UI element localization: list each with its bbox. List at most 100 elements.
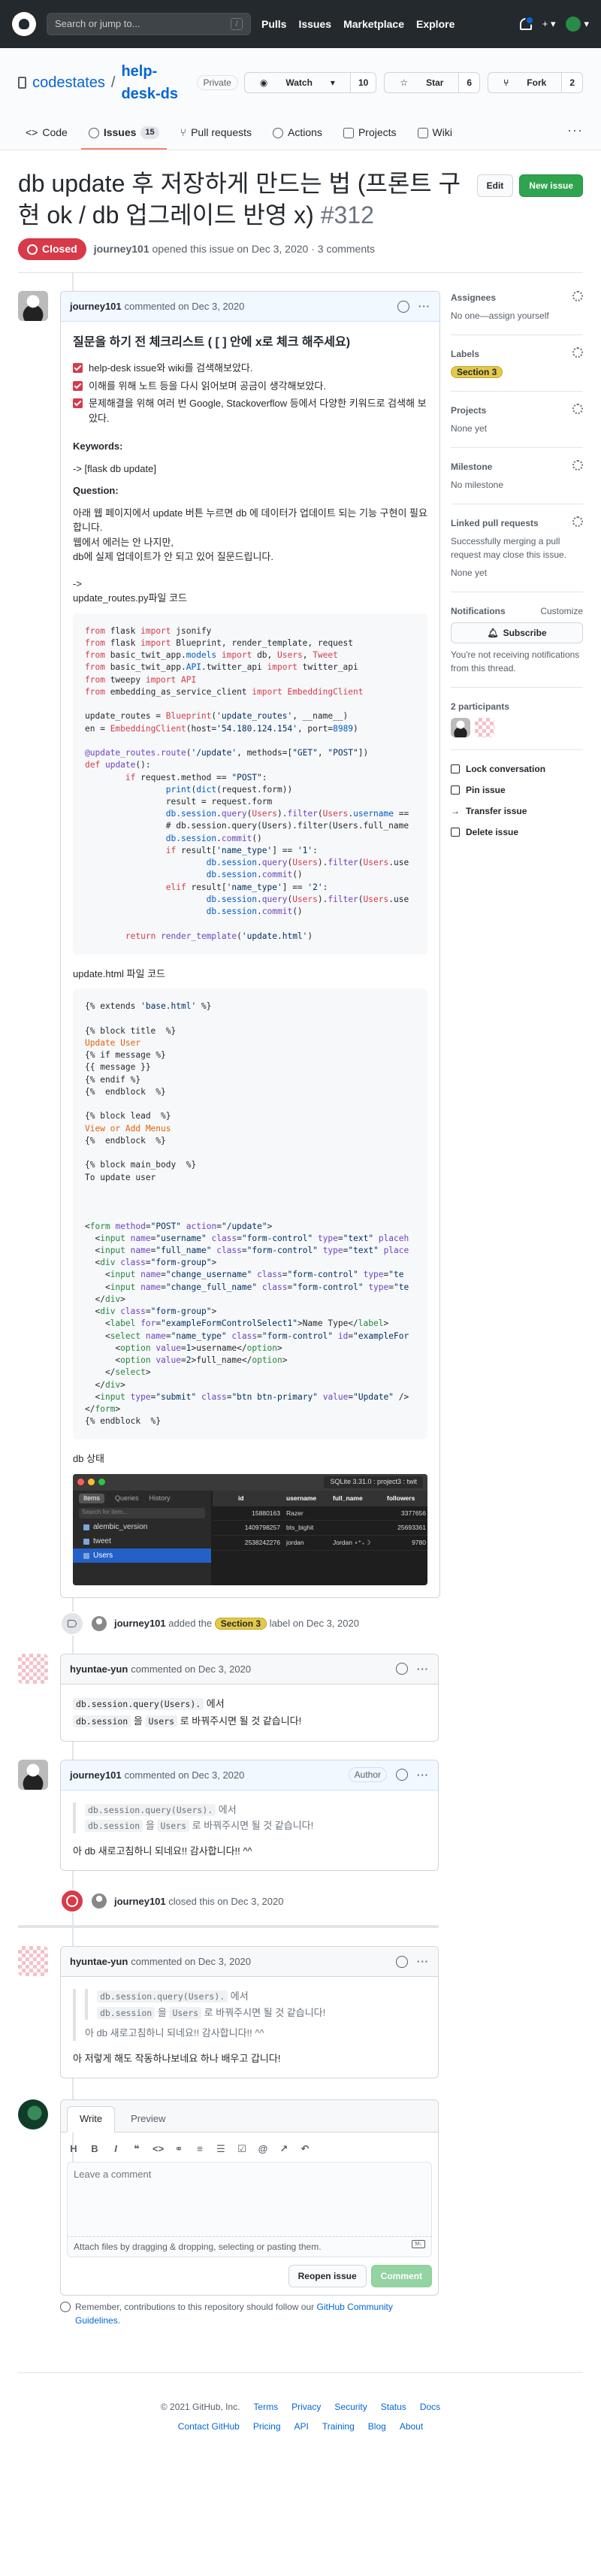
tab-wiki[interactable]: Wiki xyxy=(410,119,460,150)
avatar[interactable] xyxy=(18,1946,48,1977)
gear-icon[interactable] xyxy=(572,404,583,415)
star-button[interactable]: ☆ Star 6 xyxy=(384,72,481,93)
footer-link[interactable]: Docs xyxy=(420,2400,440,2414)
avatar[interactable] xyxy=(18,2099,48,2130)
avatar[interactable] xyxy=(18,1653,48,1684)
delete-issue-button[interactable]: Delete issue xyxy=(451,825,583,839)
customize-link[interactable]: Customize xyxy=(540,604,583,618)
notification-bell-icon[interactable] xyxy=(519,16,534,30)
user-menu[interactable]: ▾ xyxy=(566,17,589,32)
create-new-button[interactable]: + ▾ xyxy=(542,17,556,32)
issue-author-link[interactable]: journey101 xyxy=(94,243,149,255)
fork-button[interactable]: ⑂ Fork 2 xyxy=(488,72,583,93)
avatar[interactable] xyxy=(92,1893,107,1909)
avatar[interactable] xyxy=(18,291,48,322)
subscribe-button[interactable]: 🔔︎ Subscribe xyxy=(451,622,583,644)
add-reaction-icon[interactable] xyxy=(396,1663,408,1675)
numbered-list-icon[interactable]: ☰ xyxy=(216,2142,226,2157)
reopen-issue-button[interactable]: Reopen issue xyxy=(288,2265,367,2288)
comment-timestamp[interactable]: commented on Dec 3, 2020 xyxy=(131,1954,251,1969)
comment-author[interactable]: journey101 xyxy=(70,1768,122,1783)
search-input[interactable]: Search or jump to... / xyxy=(47,13,251,35)
tab-actions[interactable]: Actions xyxy=(265,119,330,150)
mention-icon[interactable]: @ xyxy=(258,2142,268,2157)
tab-code[interactable]: <> Code xyxy=(18,119,75,150)
nav-marketplace[interactable]: Marketplace xyxy=(343,17,404,32)
gear-icon[interactable] xyxy=(572,291,583,302)
new-issue-button[interactable]: New issue xyxy=(519,174,583,197)
quote-icon[interactable]: ❝ xyxy=(131,2142,142,2157)
gear-icon[interactable] xyxy=(572,516,583,528)
nav-issues[interactable]: Issues xyxy=(298,17,331,32)
event-actor[interactable]: journey101 xyxy=(114,1896,166,1907)
avatar[interactable] xyxy=(475,718,494,738)
transfer-issue-button[interactable]: → Transfer issue xyxy=(451,804,583,818)
fork-count[interactable]: 2 xyxy=(561,73,582,92)
italic-icon[interactable]: I xyxy=(110,2142,121,2157)
footer-link[interactable]: About xyxy=(400,2420,423,2433)
more-menu-icon[interactable]: ··· xyxy=(567,120,583,150)
tab-projects[interactable]: Projects xyxy=(336,119,404,150)
watch-count[interactable]: 10 xyxy=(349,73,376,92)
comment-author[interactable]: journey101 xyxy=(70,299,122,314)
reply-icon[interactable]: ↶ xyxy=(300,2142,310,2157)
comment-button[interactable]: Comment xyxy=(370,2265,432,2288)
task-list-icon[interactable]: ☑ xyxy=(237,2142,247,2157)
footer-link[interactable]: Blog xyxy=(368,2420,386,2433)
footer-link[interactable]: Status xyxy=(381,2400,406,2414)
footer-link[interactable]: Pricing xyxy=(253,2420,281,2433)
footer-link[interactable]: API xyxy=(294,2420,309,2433)
nav-explore[interactable]: Explore xyxy=(416,17,455,32)
avatar[interactable] xyxy=(92,1615,107,1631)
footer-link[interactable]: Privacy xyxy=(291,2400,321,2414)
checked-checkbox[interactable] xyxy=(73,380,83,391)
comment-timestamp[interactable]: commented on Dec 3, 2020 xyxy=(131,1662,251,1677)
comment-textarea[interactable] xyxy=(67,2162,432,2238)
checked-checkbox[interactable] xyxy=(73,398,83,409)
add-reaction-icon[interactable] xyxy=(396,1769,408,1781)
footer-link[interactable]: Training xyxy=(322,2420,355,2433)
lock-conversation-button[interactable]: Lock conversation xyxy=(451,762,583,776)
tab-pull-requests[interactable]: ⑂ Pull requests xyxy=(173,119,259,150)
comment-timestamp[interactable]: commented on Dec 3, 2020 xyxy=(125,1768,245,1783)
repo-name-link[interactable]: help-desk-ds xyxy=(121,60,187,105)
link-icon[interactable]: ⚭ xyxy=(174,2142,184,2157)
code-icon[interactable]: <> xyxy=(153,2142,164,2157)
add-reaction-icon[interactable] xyxy=(397,300,409,313)
comment-author[interactable]: hyuntae-yun xyxy=(70,1662,128,1677)
bold-icon[interactable]: B xyxy=(89,2142,100,2157)
bulleted-list-icon[interactable]: ≡ xyxy=(195,2142,205,2157)
checked-checkbox[interactable] xyxy=(73,363,83,374)
avatar[interactable] xyxy=(451,718,470,738)
watch-button[interactable]: ◉ Watch ▾ 10 xyxy=(243,72,377,93)
tab-issues[interactable]: Issues 15 xyxy=(80,119,167,150)
edit-title-button[interactable]: Edit xyxy=(476,174,514,197)
assign-yourself-link[interactable]: No one—assign yourself xyxy=(451,309,583,322)
tab-preview[interactable]: Preview xyxy=(118,2106,178,2132)
kebab-menu-icon[interactable]: ··· xyxy=(417,1662,429,1677)
reference-icon[interactable]: ↗ xyxy=(279,2142,289,2157)
pin-issue-button[interactable]: Pin issue xyxy=(451,783,583,797)
repo-owner-link[interactable]: codestates xyxy=(32,71,105,94)
kebab-menu-icon[interactable]: ··· xyxy=(418,299,430,314)
footer-link[interactable]: Security xyxy=(334,2400,367,2414)
gear-icon[interactable] xyxy=(572,347,583,359)
add-reaction-icon[interactable] xyxy=(396,1955,408,1968)
tab-write[interactable]: Write xyxy=(67,2106,116,2133)
comment-author[interactable]: hyuntae-yun xyxy=(70,1954,128,1969)
event-actor[interactable]: journey101 xyxy=(114,1618,166,1629)
heading-icon[interactable]: H xyxy=(68,2142,79,2157)
kebab-menu-icon[interactable]: ··· xyxy=(417,1954,429,1969)
nav-pulls[interactable]: Pulls xyxy=(261,17,286,32)
star-count[interactable]: 6 xyxy=(458,73,480,92)
footer-link[interactable]: Terms xyxy=(253,2400,278,2414)
gear-icon[interactable] xyxy=(572,460,583,471)
comment-timestamp[interactable]: commented on Dec 3, 2020 xyxy=(125,299,245,314)
label-badge[interactable]: Section 3 xyxy=(451,366,503,379)
attach-files-bar[interactable]: Attach files by dragging & dropping, sel… xyxy=(67,2237,432,2258)
github-logo-icon[interactable] xyxy=(12,12,36,36)
avatar[interactable] xyxy=(18,1759,48,1790)
label-badge[interactable]: Section 3 xyxy=(214,1618,267,1630)
footer-link[interactable]: Contact GitHub xyxy=(178,2420,240,2433)
kebab-menu-icon[interactable]: ··· xyxy=(417,1768,429,1783)
